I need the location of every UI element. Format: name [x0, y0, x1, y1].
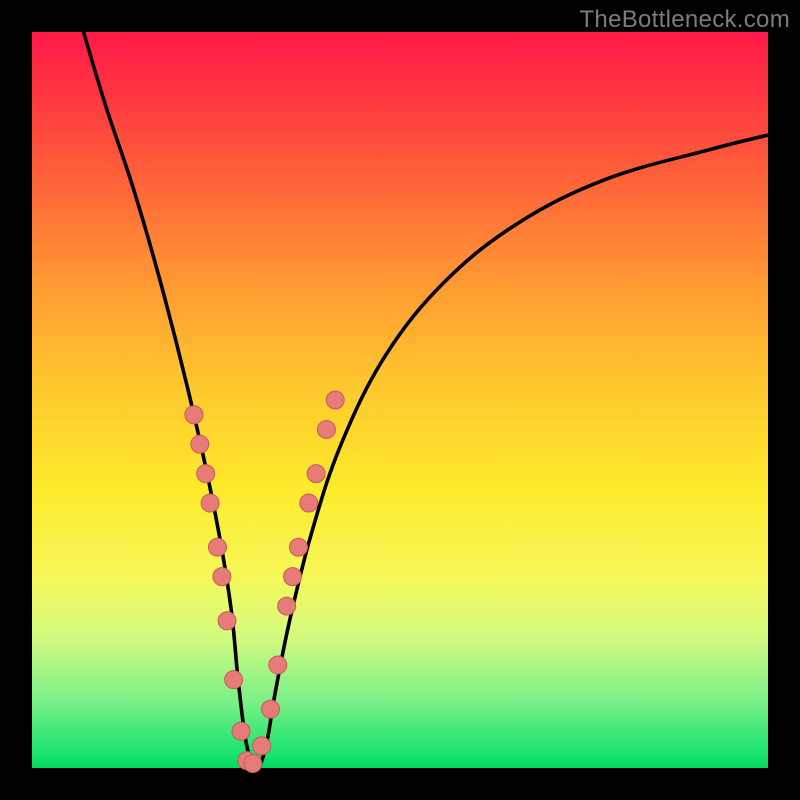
- marker-dot: [300, 494, 318, 512]
- chart-frame: TheBottleneck.com: [0, 0, 800, 800]
- marker-dot: [244, 755, 262, 773]
- marker-dot: [201, 494, 219, 512]
- marker-dot: [213, 568, 231, 586]
- bottleneck-curve: [84, 32, 768, 768]
- chart-svg: [32, 32, 768, 768]
- marker-dot: [208, 538, 226, 556]
- marker-dot: [191, 435, 209, 453]
- watermark-text: TheBottleneck.com: [579, 6, 790, 34]
- marker-dot: [269, 656, 287, 674]
- marker-dot: [289, 538, 307, 556]
- marker-dot: [307, 465, 325, 483]
- marker-dot: [253, 737, 271, 755]
- marker-dot: [278, 597, 296, 615]
- marker-dot: [225, 671, 243, 689]
- marker-dot: [232, 722, 250, 740]
- marker-dot: [185, 406, 203, 424]
- marker-dot: [197, 465, 215, 483]
- marker-dot: [317, 420, 335, 438]
- marker-dot: [218, 612, 236, 630]
- marker-dot: [326, 391, 344, 409]
- highlighted-points: [185, 391, 344, 773]
- marker-dot: [261, 700, 279, 718]
- marker-dot: [284, 568, 302, 586]
